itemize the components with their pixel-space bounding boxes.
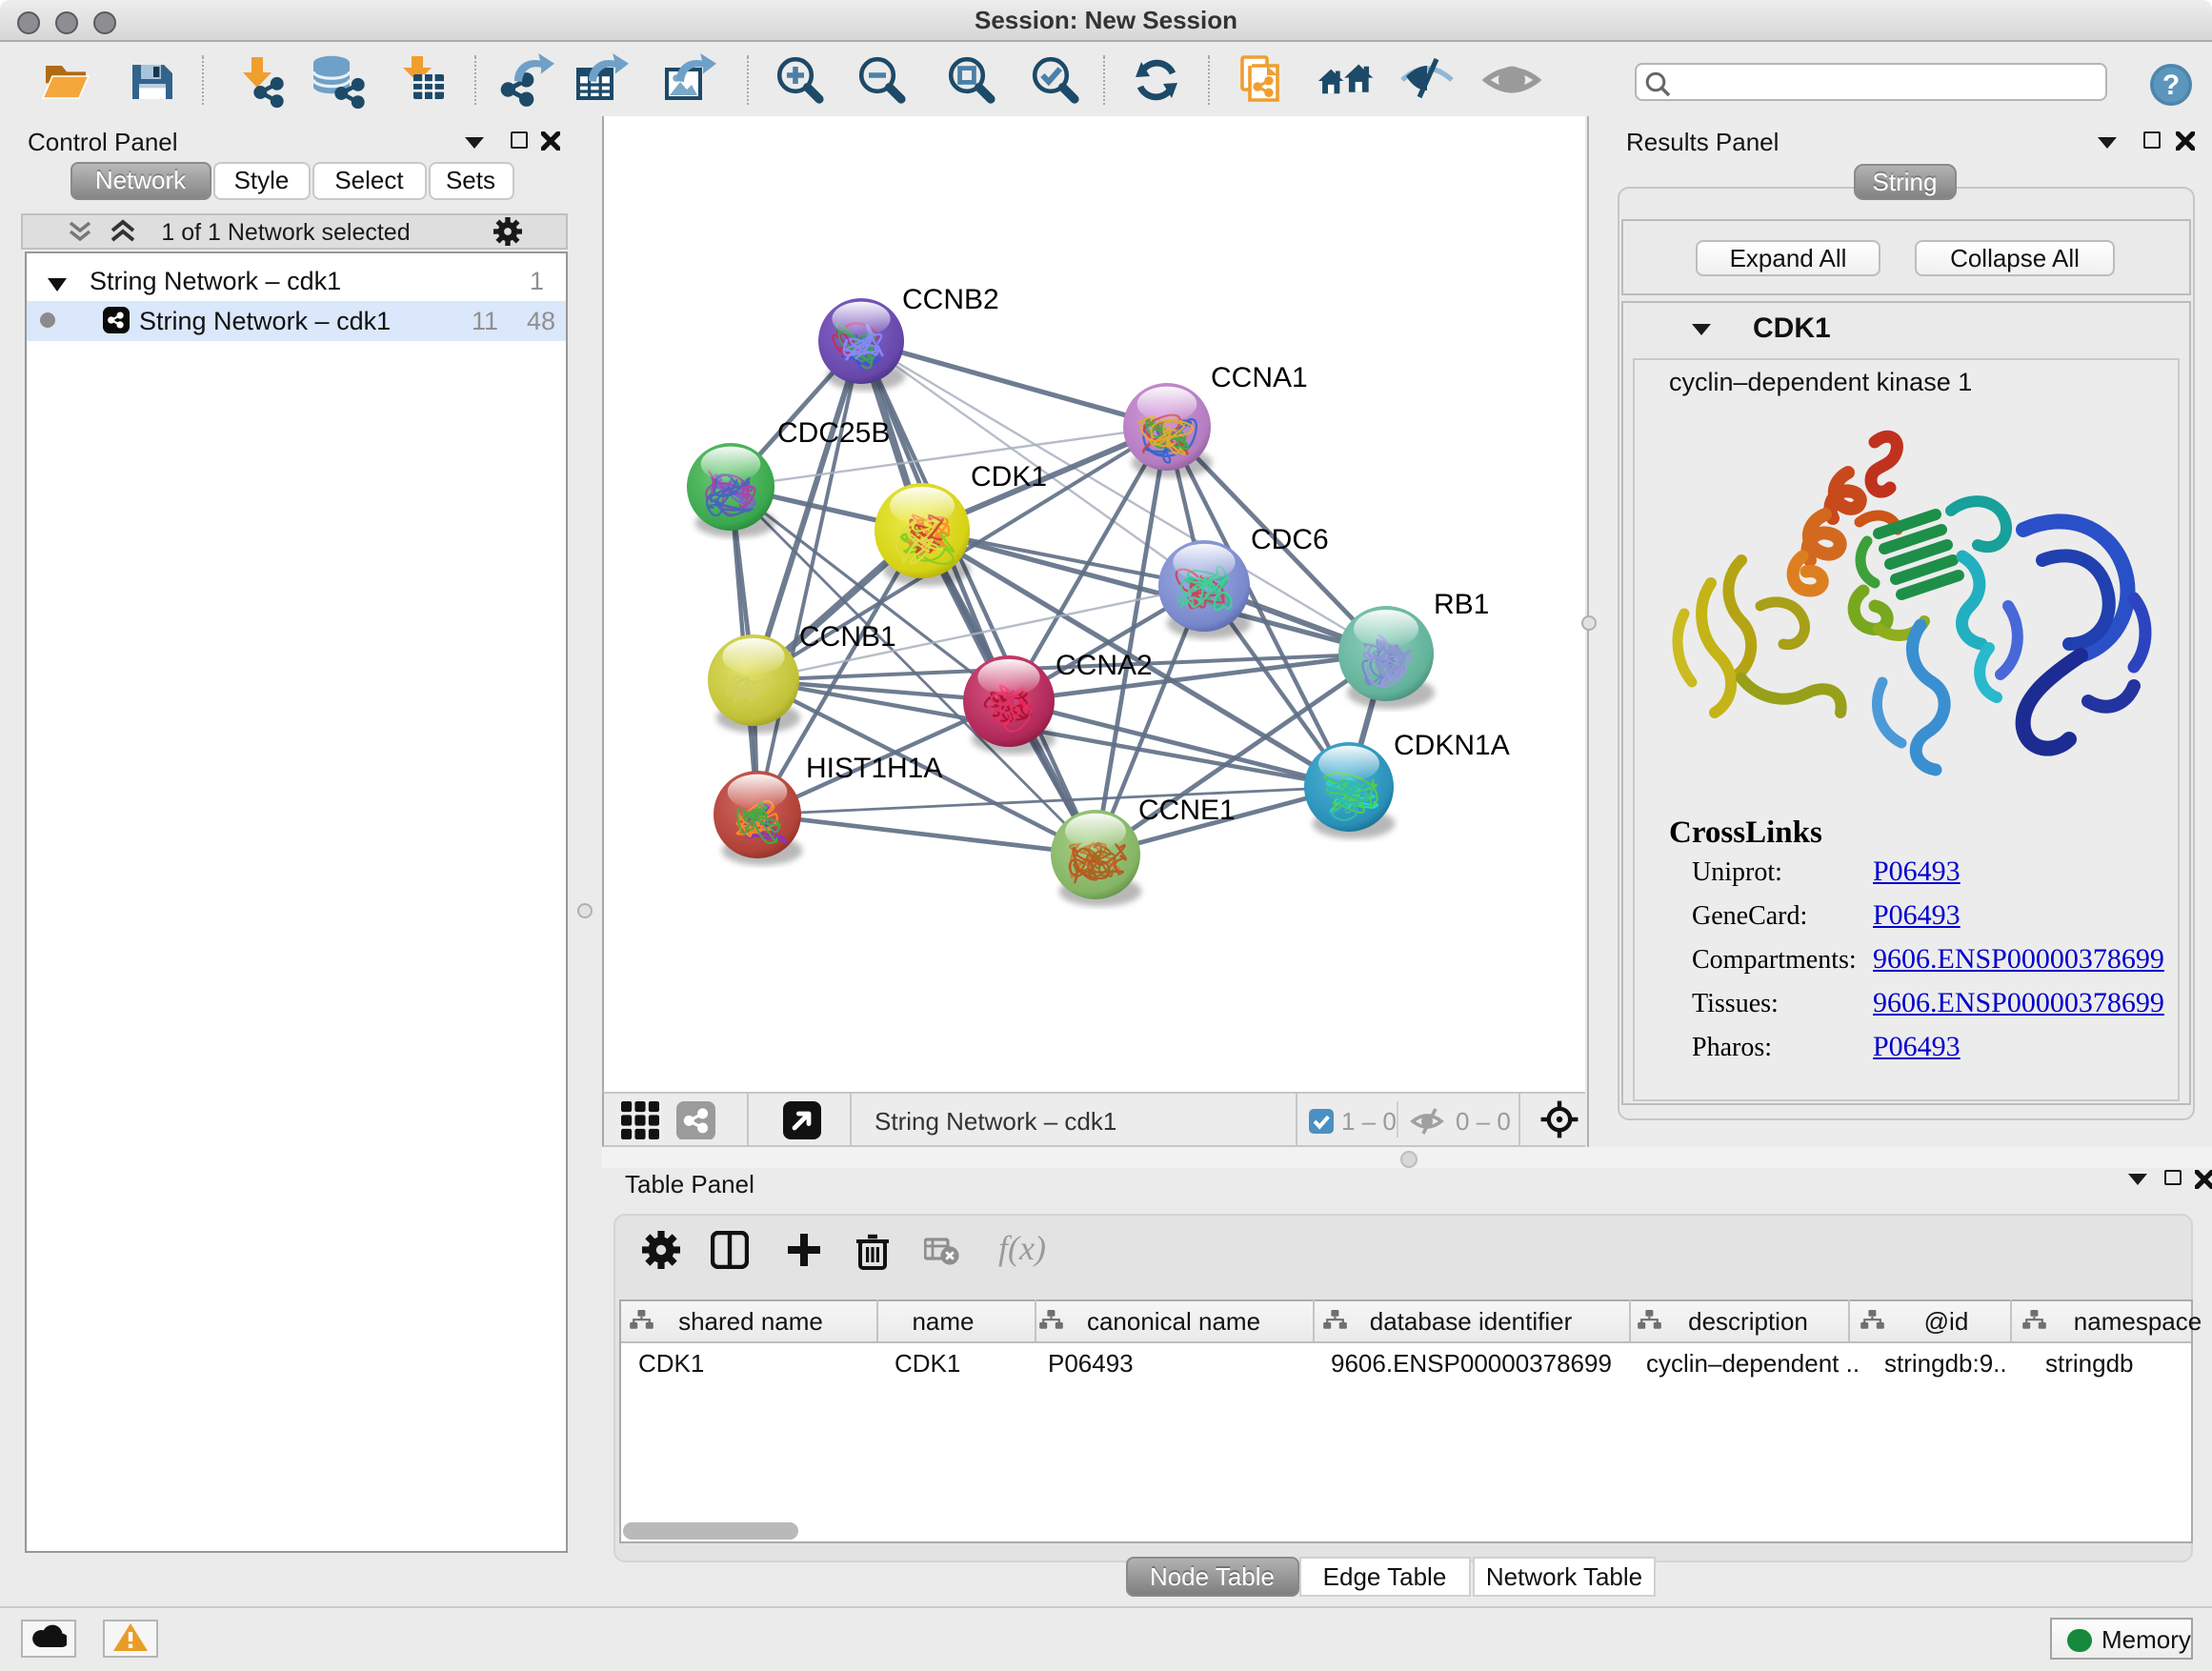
svg-text:CCNE1: CCNE1: [1137, 795, 1235, 826]
svg-text:CDC25B: CDC25B: [776, 417, 889, 449]
svg-text:CDK1: CDK1: [970, 461, 1046, 493]
svg-text:RB1: RB1: [1433, 589, 1488, 620]
svg-text:?: ?: [2162, 70, 2180, 101]
svg-text:CCNB1: CCNB1: [798, 621, 895, 653]
svg-text:CCNA1: CCNA1: [1210, 362, 1307, 393]
svg-text:CCNA2: CCNA2: [1055, 650, 1152, 681]
svg-text:CDC6: CDC6: [1250, 524, 1328, 555]
svg-text:CCNB2: CCNB2: [901, 284, 998, 315]
svg-text:HIST1H1A: HIST1H1A: [805, 753, 941, 784]
svg-text:CDKN1A: CDKN1A: [1393, 730, 1509, 761]
